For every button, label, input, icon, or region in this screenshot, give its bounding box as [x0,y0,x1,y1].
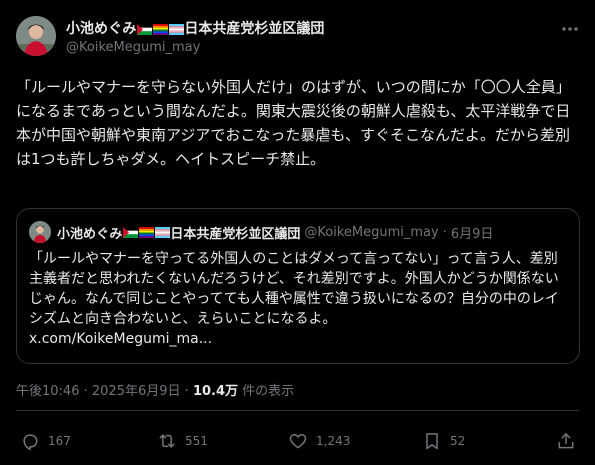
author-display-name[interactable]: 小池めぐみ [66,18,136,38]
post-date[interactable]: 2025年6月9日 [92,384,181,399]
bookmark-count: 52 [450,434,466,448]
quoted-author-display-name: 小池めぐみ [57,227,123,242]
post-time[interactable]: 午後10:46 [16,384,79,399]
palestine-flag-icon [123,227,139,238]
bookmark-icon [426,433,438,450]
reply-icon [23,434,38,451]
tweet-text: 「ルールやマナーを守らない外国人だけ」のはずが、いつの間にか「〇〇人全員」になる… [16,78,571,168]
reply-button[interactable]: 167 [20,426,71,456]
tweet-meta: 午後10:46 · 2025年6月9日 · 10.4万 件の表示 [16,380,294,399]
transgender-flag-icon [155,227,171,238]
repost-count: 551 [185,434,208,448]
like-button[interactable]: 1,243 [288,426,350,456]
repost-icon [159,434,175,448]
quoted-header: 小池めぐみ 日本共産党杉並区議団 @KoikeMegumi_may · 6月9日 [57,223,493,242]
share-button[interactable] [556,426,584,456]
heart-icon [289,434,307,449]
quoted-avatar [29,221,51,243]
quoted-author-affiliation: 日本共産党杉並区議団 [170,227,301,242]
more-dots-icon[interactable] [559,18,581,40]
meta-separator: · [184,384,189,399]
quoted-tweet-text: 「ルールやマナーを守ってる外国人のことはダメって言ってない」って言う人、差別主義… [29,251,559,327]
palestine-flag-icon [137,23,153,35]
like-count: 1,243 [316,434,351,448]
meta-separator: · [83,384,88,399]
quoted-tweet-link[interactable]: x.com/KoikeMegumi_ma... [29,331,212,347]
share-icon [558,433,574,449]
author-name-row[interactable]: 小池めぐみ 日本共産党杉並区議団 [66,18,324,38]
quoted-author-handle: @KoikeMegumi_may [304,225,439,240]
rainbow-flag-icon [139,227,155,238]
quoted-tweet[interactable]: 小池めぐみ 日本共産党杉並区議団 @KoikeMegumi_may · 6月9日… [16,208,580,364]
action-bar: 167 551 1,243 52 [0,426,595,456]
quoted-author-name-row: 小池めぐみ 日本共産党杉並区議団 [57,223,300,242]
reply-count: 167 [48,434,71,448]
divider [16,410,579,411]
rainbow-flag-icon [153,23,169,35]
tweet-detail: 小池めぐみ 日本共産党杉並区議団 @KoikeMegumi_may 「ルールやマ… [0,0,595,465]
avatar[interactable] [16,16,56,56]
author-handle[interactable]: @KoikeMegumi_may [66,40,200,55]
view-count-label: 件の表示 [242,384,295,399]
view-count: 10.4万 [192,384,239,399]
transgender-flag-icon [169,23,185,35]
bookmark-button[interactable]: 52 [422,426,465,456]
repost-button[interactable]: 551 [157,426,208,456]
quoted-separator: · [442,225,447,240]
quoted-date: 6月9日 [450,227,494,242]
author-affiliation[interactable]: 日本共産党杉並区議団 [184,18,324,38]
